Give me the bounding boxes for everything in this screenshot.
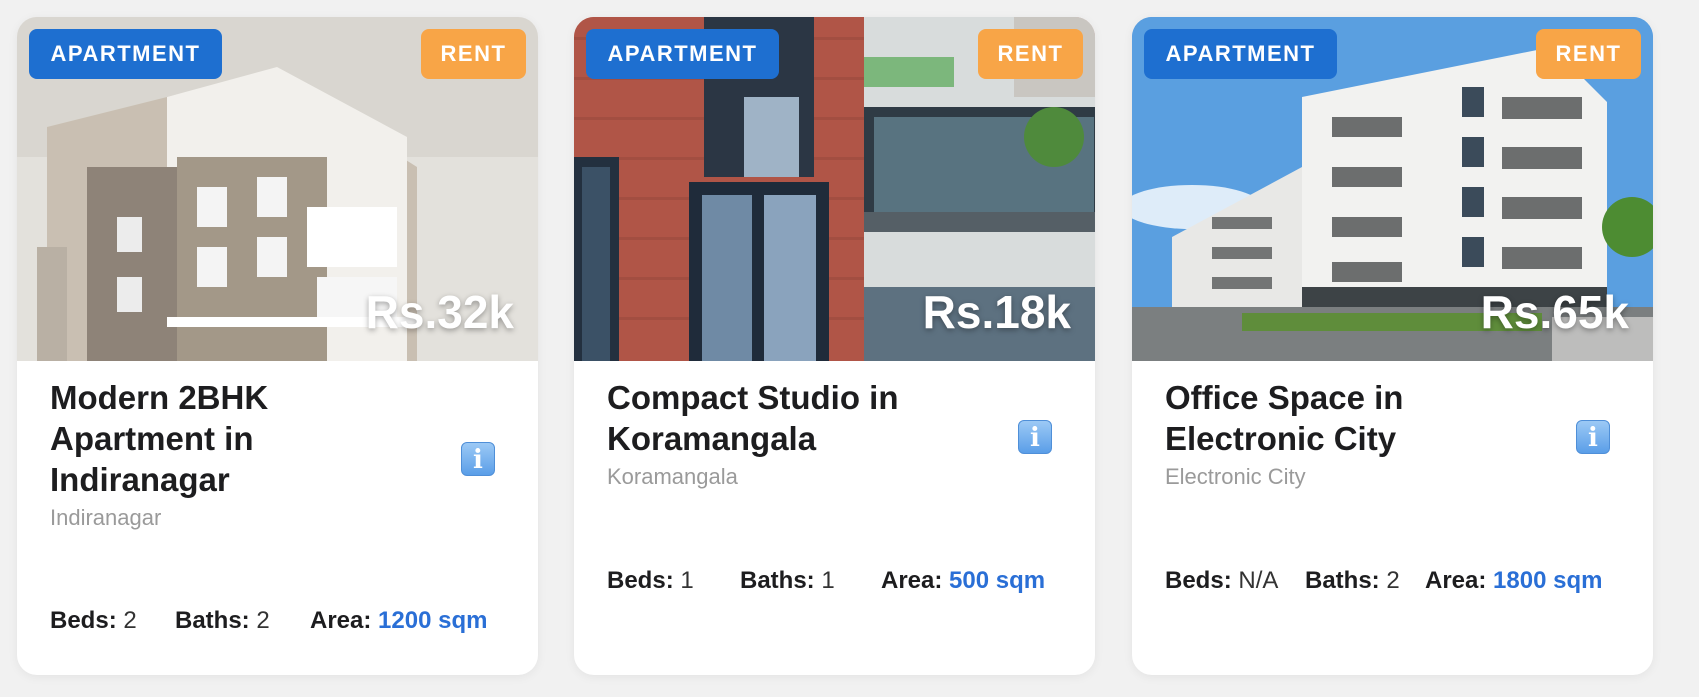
property-photo[interactable]: APARTMENT RENT Rs.32k [17,17,538,361]
listing-mode-badge: RENT [421,29,526,79]
beds-value: N/A [1238,567,1279,594]
property-title[interactable]: Modern 2BHK Apartment in Indiranagar [50,377,410,500]
beds-value: 1 [680,567,694,594]
info-icon[interactable]: i [461,442,495,476]
baths-value: 1 [821,567,835,594]
card-body: Compact Studio in Koramangala Koramangal… [607,377,1067,493]
beds-stat: Beds: 2 [50,607,137,635]
beds-stat: Beds: N/A [1165,567,1278,595]
beds-label: Beds: [1165,567,1232,594]
property-card[interactable]: APARTMENT RENT Rs.18k Compact Studio in … [574,17,1095,675]
property-card[interactable]: APARTMENT RENT Rs.32k Modern 2BHK Apartm… [17,17,538,675]
listing-grid: APARTMENT RENT Rs.32k Modern 2BHK Apartm… [0,0,1699,697]
property-title[interactable]: Office Space in Electronic City [1165,377,1525,459]
listing-mode-badge: RENT [1536,29,1641,79]
card-body: Modern 2BHK Apartment in Indiranagar Ind… [50,377,510,534]
baths-label: Baths: [1305,567,1380,594]
info-icon[interactable]: i [1576,420,1610,454]
price-label: Rs.18k [922,286,1071,338]
property-locality: Indiranagar [50,505,162,530]
beds-stat: Beds: 1 [607,567,694,595]
price-label: Rs.65k [1480,286,1629,338]
property-type-badge: APARTMENT [29,29,222,79]
area-stat: Area: 500 sqm [881,567,1045,595]
area-value: 500 sqm [949,567,1046,594]
listing-mode-badge: RENT [978,29,1083,79]
property-title[interactable]: Compact Studio in Koramangala [607,377,967,459]
baths-stat: Baths: 2 [1305,567,1400,595]
area-label: Area: [881,567,943,594]
price-label: Rs.32k [365,286,514,338]
area-stat: Area: 1800 sqm [1425,567,1602,595]
property-photo[interactable]: APARTMENT RENT Rs.18k [574,17,1095,361]
property-photo[interactable]: APARTMENT RENT Rs.65k [1132,17,1653,361]
beds-value: 2 [123,607,137,634]
baths-stat: Baths: 2 [175,607,270,635]
area-label: Area: [310,607,372,634]
area-value: 1800 sqm [1493,567,1603,594]
baths-value: 2 [256,607,270,634]
area-value: 1200 sqm [378,607,488,634]
beds-label: Beds: [50,607,117,634]
baths-label: Baths: [175,607,250,634]
baths-label: Baths: [740,567,815,594]
area-stat: Area: 1200 sqm [310,607,487,635]
card-body: Office Space in Electronic City Electron… [1165,377,1625,493]
area-label: Area: [1425,567,1487,594]
property-locality: Electronic City [1165,464,1306,489]
beds-label: Beds: [607,567,674,594]
property-type-badge: APARTMENT [586,29,779,79]
property-locality: Koramangala [607,464,738,489]
property-card[interactable]: APARTMENT RENT Rs.65k Office Space in El… [1132,17,1653,675]
property-type-badge: APARTMENT [1144,29,1337,79]
baths-stat: Baths: 1 [740,567,835,595]
baths-value: 2 [1386,567,1400,594]
info-icon[interactable]: i [1018,420,1052,454]
